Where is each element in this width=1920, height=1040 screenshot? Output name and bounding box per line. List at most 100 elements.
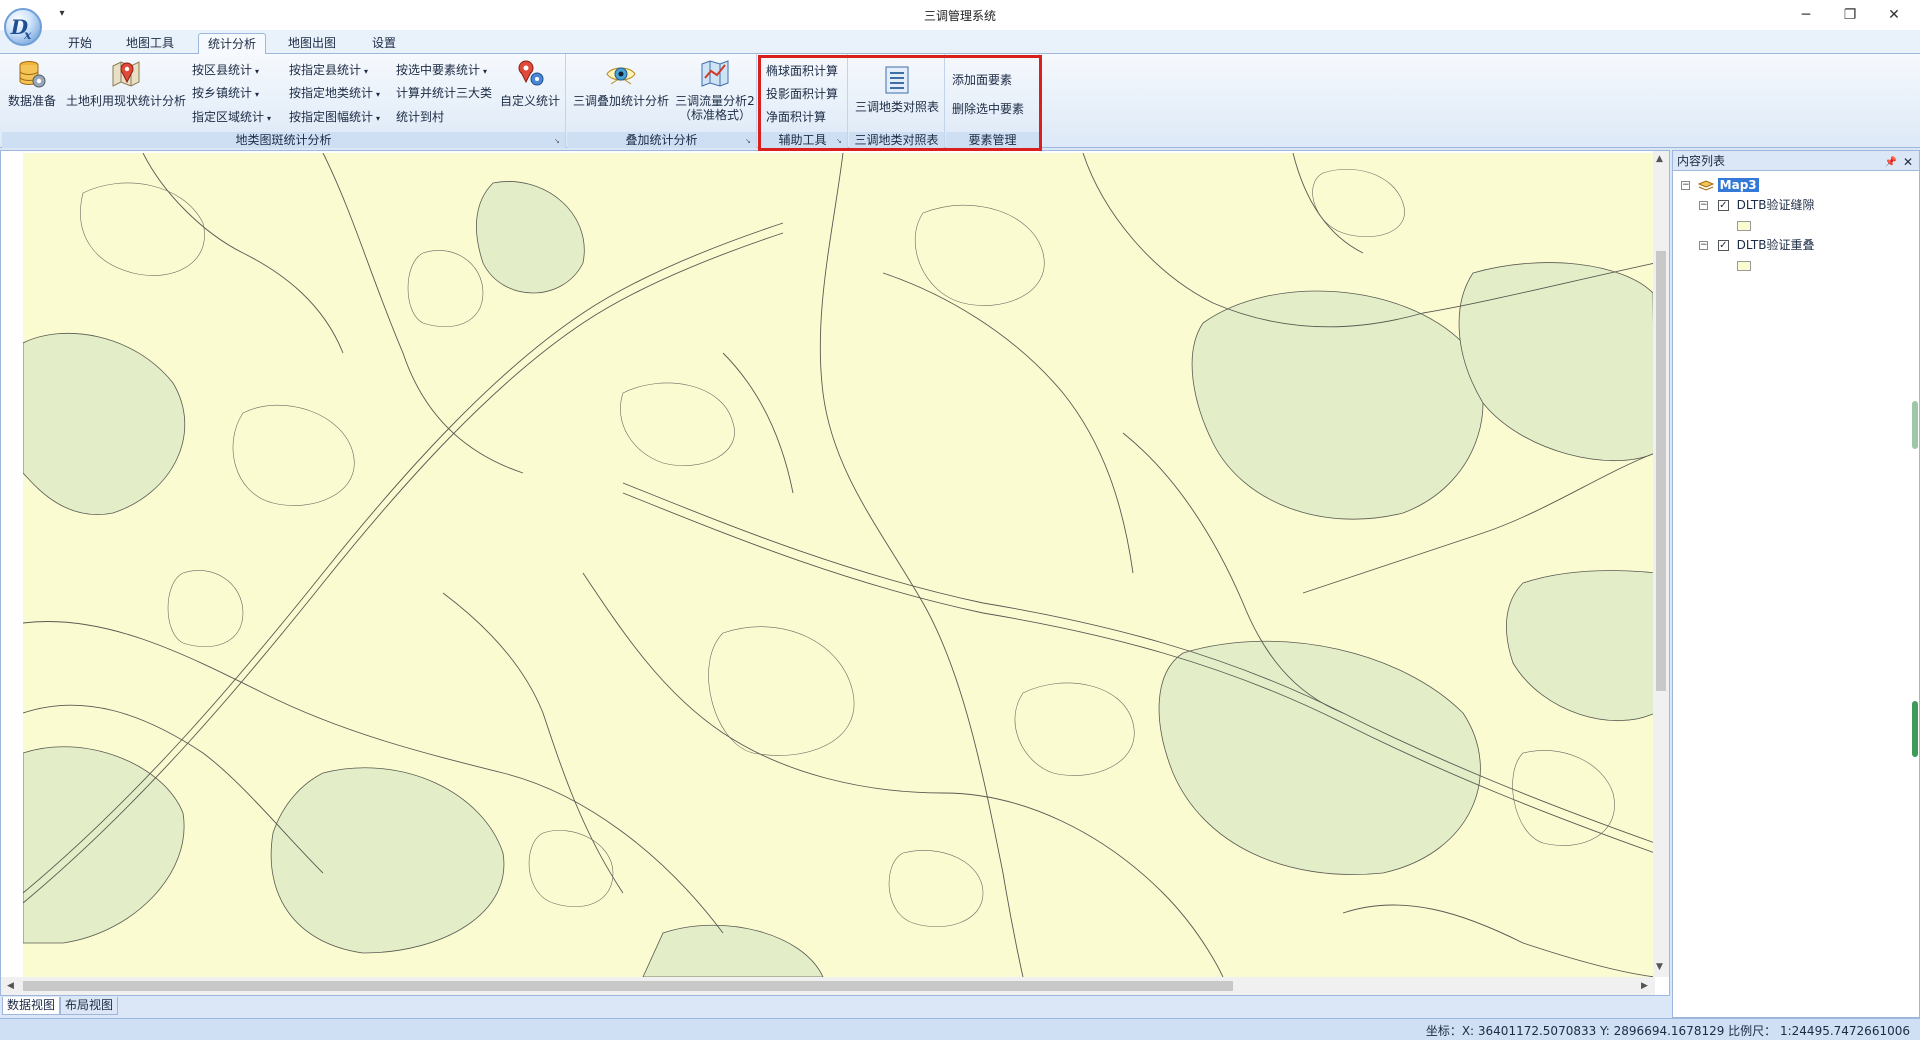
tab-statistics[interactable]: 统计分析 bbox=[198, 33, 266, 54]
minimize-button[interactable]: ─ bbox=[1788, 4, 1824, 26]
overlay-eye-icon bbox=[606, 67, 636, 85]
group-label-landtype-table: 三调地类对照表 bbox=[849, 132, 944, 148]
layer-checkbox[interactable]: ✓ bbox=[1717, 240, 1729, 251]
landtype-table-button[interactable]: 三调地类对照表 bbox=[849, 64, 945, 114]
scroll-right-icon[interactable]: ▶ bbox=[1641, 980, 1648, 992]
by-region-button[interactable]: 指定区域统计 ▾ bbox=[192, 109, 271, 127]
data-prep-label: 数据准备 bbox=[7, 94, 56, 108]
tab-data-view[interactable]: 数据视图 bbox=[2, 997, 61, 1015]
to-village-button[interactable]: 统计到村 bbox=[396, 109, 444, 125]
ellipsoid-area-button[interactable]: 椭球面积计算 bbox=[766, 63, 838, 79]
custom-map-pin-icon bbox=[518, 60, 544, 86]
layer-row[interactable]: − ✓ DLTB验证缝隙 bbox=[1699, 197, 1815, 213]
land-use-analysis-label: 土地利用现状统计分析 bbox=[65, 94, 186, 108]
flow-analysis-label-2: （标准格式） bbox=[678, 108, 751, 122]
group-feature-mgmt: 添加面要素 删除选中要素 要素管理 bbox=[946, 54, 1040, 148]
collapse-icon[interactable]: − bbox=[1699, 241, 1708, 250]
by-district-button[interactable]: 按区县统计 ▾ bbox=[192, 62, 259, 80]
restore-button[interactable]: ❐ bbox=[1832, 4, 1868, 26]
status-bar: 坐标：X: 36401172.5070833 Y: 2896694.167812… bbox=[0, 1018, 1920, 1040]
land-use-analysis-button[interactable]: 土地利用现状统计分析 bbox=[64, 58, 188, 108]
layers-icon bbox=[1697, 179, 1715, 191]
side-scroll-indicator bbox=[1912, 175, 1918, 1015]
tab-layout-view[interactable]: 布局视图 bbox=[60, 997, 119, 1015]
group-landtype-stats: 数据准备 土地利用现状统计分析 按区县统计 ▾ 按乡镇统计 ▾ 指定区域统计 ▾ 按指… bbox=[2, 54, 566, 148]
to-village-label: 统计到村 bbox=[396, 110, 445, 124]
calc-three-button[interactable]: 计算并统计三大类 bbox=[396, 85, 492, 101]
contents-panel-title: 内容列表 bbox=[1677, 154, 1726, 168]
layer-symbol-swatch bbox=[1737, 261, 1751, 271]
tab-map-tools[interactable]: 地图工具 bbox=[118, 33, 182, 54]
flow-analysis-button[interactable]: 三调流量分析2 （标准格式） bbox=[673, 58, 757, 122]
view-tabs: 数据视图 布局视图 bbox=[0, 996, 1670, 1016]
by-selection-label: 按选中要素统计 bbox=[396, 63, 481, 77]
dropdown-arrow-icon: ▾ bbox=[483, 67, 488, 76]
table-list-icon bbox=[885, 66, 909, 94]
group-label-overlay-stats: 叠加统计分析 bbox=[567, 132, 756, 148]
dropdown-arrow-icon: ▾ bbox=[267, 114, 272, 123]
close-button[interactable]: ✕ bbox=[1876, 4, 1912, 26]
by-landtype-button[interactable]: 按指定地类统计 ▾ bbox=[289, 85, 380, 103]
by-landtype-label: 按指定地类统计 bbox=[289, 86, 374, 100]
net-area-button[interactable]: 净面积计算 bbox=[766, 109, 826, 125]
scroll-left-icon[interactable]: ◀ bbox=[7, 980, 14, 992]
dropdown-arrow-icon: ▾ bbox=[376, 114, 381, 123]
dropdown-arrow-icon: ▾ bbox=[255, 67, 260, 76]
by-county-button[interactable]: 按指定县统计 ▾ bbox=[289, 62, 368, 80]
by-selection-button[interactable]: 按选中要素统计 ▾ bbox=[396, 62, 487, 80]
overlay-analysis-button[interactable]: 三调叠加统计分析 bbox=[571, 58, 671, 108]
custom-stats-button[interactable]: 自定义统计 bbox=[498, 58, 562, 108]
scroll-down-icon[interactable]: ▼ bbox=[1656, 961, 1663, 973]
group-overlay-stats: 三调叠加统计分析 三调流量分析2 （标准格式） 叠加统计分析 ↘ bbox=[567, 54, 757, 148]
dialog-launcher-icon[interactable]: ↘ bbox=[554, 137, 562, 145]
group-label-feature-mgmt: 要素管理 bbox=[946, 132, 1039, 148]
map-vertical-scrollbar[interactable]: ▲ ▼ bbox=[1653, 151, 1669, 977]
flow-map-icon bbox=[701, 60, 729, 87]
dropdown-arrow-icon: ▾ bbox=[376, 90, 381, 99]
map-horizontal-scrollbar[interactable]: ◀ ▶ bbox=[1, 977, 1655, 995]
add-polygon-button[interactable]: 添加面要素 bbox=[952, 72, 1012, 88]
collapse-icon[interactable]: − bbox=[1681, 181, 1690, 190]
group-landtype-table: 三调地类对照表 三调地类对照表 bbox=[849, 54, 945, 148]
tab-start[interactable]: 开始 bbox=[60, 33, 100, 54]
dropdown-arrow-icon: ▾ bbox=[364, 67, 369, 76]
ribbon: 数据准备 土地利用现状统计分析 按区县统计 ▾ 按乡镇统计 ▾ 指定区域统计 ▾ 按指… bbox=[0, 54, 1920, 148]
flow-analysis-label-1: 三调流量分析2 bbox=[675, 94, 755, 108]
tab-settings[interactable]: 设置 bbox=[364, 33, 404, 54]
layer-label[interactable]: DLTB验证重叠 bbox=[1737, 238, 1815, 252]
layer-row[interactable]: − ✓ DLTB验证重叠 bbox=[1699, 237, 1815, 253]
dropdown-arrow-icon: ▾ bbox=[255, 90, 260, 99]
dialog-launcher-icon[interactable]: ↘ bbox=[836, 137, 844, 145]
tab-map-output[interactable]: 地图出图 bbox=[280, 33, 344, 54]
map-frame: ▲ ▼ ◀ ▶ bbox=[0, 150, 1670, 996]
overlay-analysis-label: 三调叠加统计分析 bbox=[572, 94, 669, 108]
scroll-up-icon[interactable]: ▲ bbox=[1656, 153, 1663, 165]
horizontal-scroll-thumb[interactable] bbox=[23, 981, 1233, 991]
layer-checkbox[interactable]: ✓ bbox=[1717, 200, 1729, 211]
dialog-launcher-icon[interactable]: ↘ bbox=[745, 137, 753, 145]
by-county-label: 按指定县统计 bbox=[289, 63, 362, 77]
data-prep-button[interactable]: 数据准备 bbox=[6, 58, 58, 108]
map-pin-icon bbox=[112, 61, 140, 87]
scroll-indicator-green bbox=[1912, 401, 1918, 449]
by-region-label: 指定区域统计 bbox=[192, 110, 265, 124]
contents-panel: 内容列表 📌 ✕ − Map3 − ✓ DLTB验证缝隙 − ✓ DLTB验证重… bbox=[1672, 150, 1920, 1018]
map-canvas[interactable] bbox=[23, 153, 1655, 977]
by-sheet-button[interactable]: 按指定图幅统计 ▾ bbox=[289, 109, 380, 127]
by-town-button[interactable]: 按乡镇统计 ▾ bbox=[192, 85, 259, 103]
vertical-scroll-thumb[interactable] bbox=[1656, 251, 1666, 691]
group-aux-tools: 椭球面积计算 投影面积计算 净面积计算 辅助工具 ↘ bbox=[758, 54, 848, 148]
by-district-label: 按区县统计 bbox=[192, 63, 253, 77]
close-icon[interactable]: ✕ bbox=[1903, 152, 1913, 172]
delete-selected-button[interactable]: 删除选中要素 bbox=[952, 101, 1024, 117]
pin-icon[interactable]: 📌 bbox=[1885, 153, 1897, 173]
ribbon-tabs: 开始 地图工具 统计分析 地图出图 设置 bbox=[0, 30, 1920, 54]
tree-node-map[interactable]: − Map3 bbox=[1681, 177, 1759, 193]
contents-panel-header: 内容列表 📌 ✕ bbox=[1673, 151, 1919, 171]
layer-symbol-swatch bbox=[1737, 221, 1751, 231]
map-node-label[interactable]: Map3 bbox=[1717, 178, 1759, 192]
projected-area-button[interactable]: 投影面积计算 bbox=[766, 86, 838, 102]
layer-label[interactable]: DLTB验证缝隙 bbox=[1737, 198, 1815, 212]
app-logo-icon[interactable]: Dx bbox=[4, 8, 42, 46]
collapse-icon[interactable]: − bbox=[1699, 201, 1708, 210]
